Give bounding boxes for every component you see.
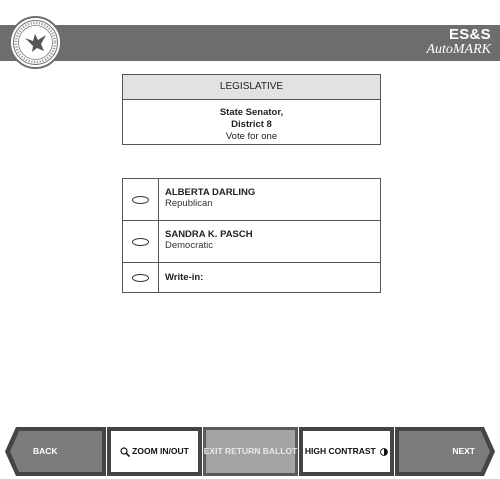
- oval-cell: [123, 179, 159, 220]
- candidate-info: Write-in:: [165, 272, 203, 283]
- oval-cell: [123, 263, 159, 292]
- write-in-row[interactable]: Write-in:: [123, 263, 380, 292]
- contrast-label-wrap: HIGH CONTRAST: [299, 427, 394, 476]
- office-line-2: District 8: [231, 119, 272, 130]
- oval-cell: [123, 221, 159, 262]
- selection-oval[interactable]: [132, 195, 149, 204]
- contrast-label: HIGH CONTRAST: [304, 446, 376, 456]
- zoom-label: ZOOM IN/OUT: [132, 446, 189, 456]
- header-bar: [0, 25, 500, 61]
- candidate-party: Democratic: [165, 240, 214, 251]
- contest-category: LEGISLATIVE: [123, 75, 380, 100]
- zoom-label-wrap: ZOOM IN/OUT: [107, 427, 202, 476]
- office-line-1: State Senator,: [219, 107, 284, 118]
- product-name: AutoMARK: [426, 42, 491, 57]
- contest-header: LEGISLATIVE State Senator, District 8 Vo…: [122, 74, 381, 145]
- candidate-info: SANDRA K. PASCH Democratic: [165, 229, 253, 251]
- office-title: State Senator, District 8: [123, 107, 380, 131]
- candidate-party: Republican: [165, 198, 213, 209]
- selection-oval[interactable]: [132, 237, 149, 246]
- exit-label: EXIT RETURN BALLOT: [203, 446, 298, 456]
- half-circle-icon: [380, 447, 388, 456]
- exit-return-ballot-button[interactable]: EXIT RETURN BALLOT: [203, 427, 298, 476]
- candidate-info: ALBERTA DARLING Republican: [165, 187, 255, 209]
- back-button[interactable]: BACK: [5, 427, 106, 476]
- selection-oval[interactable]: [132, 273, 149, 282]
- candidate-list: ALBERTA DARLING Republican SANDRA K. PAS…: [122, 178, 381, 293]
- back-label: BACK: [33, 446, 58, 456]
- candidate-row[interactable]: ALBERTA DARLING Republican: [123, 179, 380, 221]
- next-label: NEXT: [452, 446, 475, 456]
- state-seal-logo: [9, 16, 62, 69]
- zoom-button[interactable]: ZOOM IN/OUT: [107, 427, 202, 476]
- write-in-label: Write-in:: [165, 272, 204, 283]
- candidate-row[interactable]: SANDRA K. PASCH Democratic: [123, 221, 380, 263]
- candidate-name: ALBERTA DARLING: [165, 187, 256, 198]
- next-button[interactable]: NEXT: [395, 427, 495, 476]
- brand-name: ES&S: [448, 26, 491, 43]
- high-contrast-button[interactable]: HIGH CONTRAST: [299, 427, 394, 476]
- magnifier-icon: [120, 447, 131, 457]
- vote-instruction: Vote for one: [225, 131, 278, 142]
- candidate-name: SANDRA K. PASCH: [165, 229, 253, 240]
- brand-logo: ES&S AutoMARK: [426, 27, 491, 57]
